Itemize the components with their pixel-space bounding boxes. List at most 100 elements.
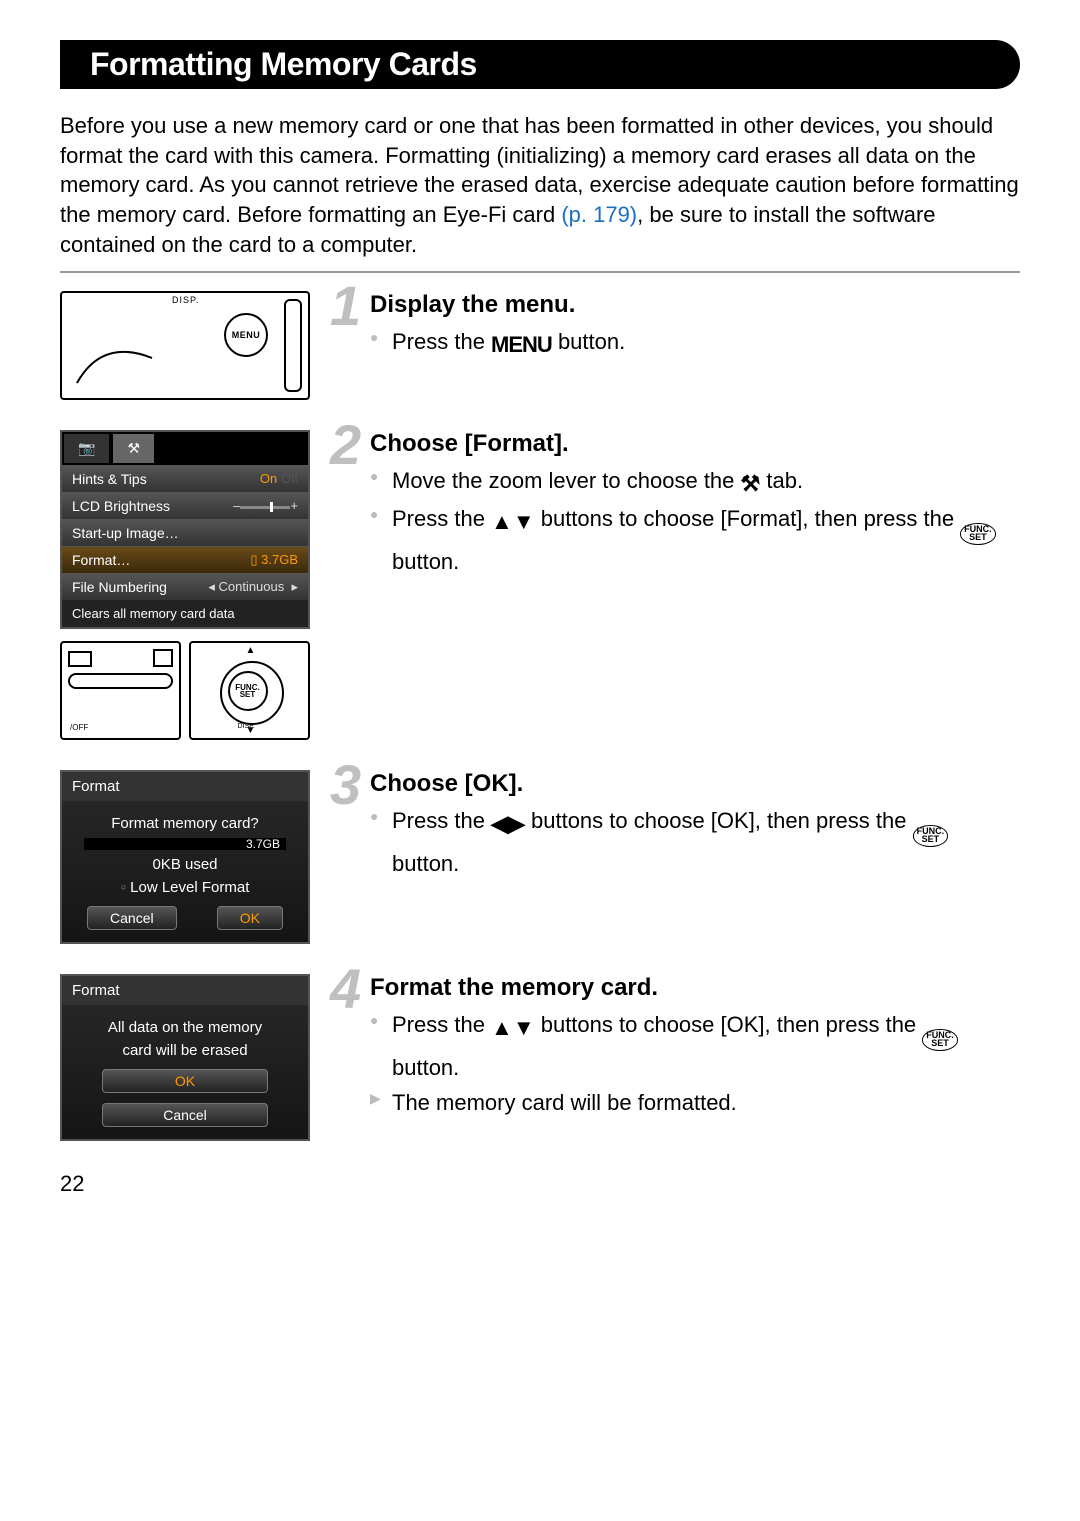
ok-button: OK: [102, 1069, 268, 1093]
lcd-tabs: 📷 ⚒: [62, 432, 308, 465]
menu-value: –+: [233, 498, 298, 514]
step-row: 📷 ⚒ Hints & Tips On Off LCD Brightness –…: [60, 430, 1020, 740]
bullet-text: Press the: [392, 808, 491, 833]
menu-label: Hints & Tips: [72, 471, 147, 487]
bullet-text: button.: [392, 851, 459, 876]
step-heading: Format the memory card.: [370, 974, 1020, 1002]
bullet-text: buttons to choose [OK], then press the: [525, 808, 913, 833]
illustration-column: DISP. MENU: [60, 291, 310, 400]
ok-button: OK: [217, 906, 283, 930]
updown-icon: ▲▼: [491, 505, 535, 538]
funcset-icon: FUNC.SET: [960, 523, 996, 544]
step-number: 4: [330, 956, 361, 1021]
menu-row: Start-up Image…: [62, 519, 308, 546]
used-label: 0KB used: [72, 856, 298, 873]
menu-value: ▯ 3.7GB: [250, 552, 298, 568]
funcset-icon: FUNC.SET: [913, 825, 949, 846]
menu-label: LCD Brightness: [72, 498, 170, 514]
camera-top-illustration: /OFF: [60, 641, 181, 740]
menu-value: On Off: [260, 471, 298, 487]
bullet-list: Press the ◀▶ buttons to choose [OK], the…: [370, 804, 1020, 879]
step-heading: Choose [OK].: [370, 770, 1020, 798]
menu-row: Hints & Tips On Off: [62, 465, 308, 492]
dialog-body: Format memory card? 3.7GB 0KB used ▫ Low…: [62, 801, 308, 942]
step-text: 1 Display the menu. Press the MENU butto…: [340, 291, 1020, 363]
leftright-icon: ◀▶: [491, 807, 525, 840]
bullet-item: Press the MENU button.: [370, 325, 1020, 361]
capacity-value: 3.7GB: [246, 837, 280, 851]
bullet-item: Move the zoom lever to choose the ⚒ tab.: [370, 464, 1020, 500]
capacity-bar: 3.7GB: [84, 838, 286, 850]
menu-row: File Numbering ◂ Continuous ▸: [62, 573, 308, 600]
bullet-text: The memory card will be formatted.: [392, 1090, 737, 1115]
up-arrow-icon: ▲: [246, 645, 256, 656]
funcset-icon: FUNC.SET: [922, 1029, 958, 1050]
illustration-column: 📷 ⚒ Hints & Tips On Off LCD Brightness –…: [60, 430, 310, 740]
step-number: 1: [330, 273, 361, 338]
tools-icon: ⚒: [741, 467, 761, 500]
bullet-list: Press the ▲▼ buttons to choose [OK], the…: [370, 1008, 1020, 1118]
page-number: 22: [60, 1171, 1020, 1197]
section-title-bar: Formatting Memory Cards: [60, 40, 1020, 89]
bullet-text: Press the: [392, 329, 491, 354]
step-text: 3 Choose [OK]. Press the ◀▶ buttons to c…: [340, 770, 1020, 881]
bullet-list: Press the MENU button.: [370, 325, 1020, 361]
separator: [60, 271, 1020, 273]
step-text: 4 Format the memory card. Press the ▲▼ b…: [340, 974, 1020, 1120]
illustration-column: Format Format memory card? 3.7GB 0KB use…: [60, 770, 310, 944]
disp-label: DISP.: [172, 295, 199, 305]
page-ref-link[interactable]: (p. 179): [561, 202, 637, 227]
bullet-text: buttons to choose [Format], then press t…: [535, 506, 961, 531]
dialog-actions: Cancel OK: [72, 906, 298, 930]
menu-label: File Numbering: [72, 579, 167, 595]
dialog-question: Format memory card?: [72, 815, 298, 832]
step-heading: Display the menu.: [370, 291, 1020, 319]
low-level-label: ▫ Low Level Format: [72, 879, 298, 896]
menu-label: Start-up Image…: [72, 525, 179, 541]
battery-icon: [68, 651, 92, 667]
bullet-text: Press the: [392, 1012, 491, 1037]
dialog-title: Format: [62, 976, 308, 1005]
step-heading: Choose [Format].: [370, 430, 1020, 458]
intro-paragraph: Before you use a new memory card or one …: [60, 111, 1020, 259]
illustration-column: Format All data on the memory card will …: [60, 974, 310, 1141]
menu-caption: Clears all memory card data: [62, 600, 308, 627]
camera-grip: [284, 299, 302, 392]
camera-tab: 📷: [64, 434, 109, 463]
cancel-button: Cancel: [102, 1103, 268, 1127]
bullet-text: button.: [392, 1055, 459, 1080]
step-row: Format Format memory card? 3.7GB 0KB use…: [60, 770, 1020, 944]
bullet-text: tab.: [760, 468, 803, 493]
bullet-text: button.: [392, 549, 459, 574]
step-row: DISP. MENU 1 Display the menu. Press the…: [60, 291, 1020, 400]
step-text: 2 Choose [Format]. Move the zoom lever t…: [340, 430, 1020, 579]
section-title: Formatting Memory Cards: [90, 46, 990, 83]
bullet-text: buttons to choose [OK], then press the: [535, 1012, 923, 1037]
menu-label: MENU: [232, 330, 261, 340]
confirm-line-2: card will be erased: [72, 1042, 298, 1059]
format-dialog-screenshot: Format Format memory card? 3.7GB 0KB use…: [60, 770, 310, 944]
page: Formatting Memory Cards Before you use a…: [0, 0, 1080, 1227]
lcd-menu-screenshot: 📷 ⚒ Hints & Tips On Off LCD Brightness –…: [60, 430, 310, 629]
confirm-line-1: All data on the memory: [72, 1019, 298, 1036]
card-icon: [153, 649, 173, 667]
menu-row-selected: Format… ▯ 3.7GB: [62, 546, 308, 573]
menu-value: ◂ Continuous ▸: [208, 579, 298, 595]
step-number: 3: [330, 752, 361, 817]
bullet-item: Press the ▲▼ buttons to choose [Format],…: [370, 502, 1020, 577]
camera-dual-illustration: /OFF FUNC. SET ▲ ▼ DISP.: [60, 641, 310, 740]
bullet-text: Move the zoom lever to choose the: [392, 468, 741, 493]
bullet-text: Press the: [392, 506, 491, 531]
hand-pointer-icon: [72, 333, 162, 388]
cancel-button: Cancel: [87, 906, 177, 930]
bullet-item: Press the ◀▶ buttons to choose [OK], the…: [370, 804, 1020, 879]
step-number: 2: [330, 412, 361, 477]
bullet-item: Press the ▲▼ buttons to choose [OK], the…: [370, 1008, 1020, 1083]
dial-ring: [220, 661, 284, 725]
tools-tab: ⚒: [113, 434, 154, 463]
confirm-dialog-screenshot: Format All data on the memory card will …: [60, 974, 310, 1141]
updown-icon: ▲▼: [491, 1011, 535, 1044]
menu-row: LCD Brightness –+: [62, 492, 308, 519]
off-label: /OFF: [70, 723, 88, 732]
bullet-text: button.: [552, 329, 625, 354]
